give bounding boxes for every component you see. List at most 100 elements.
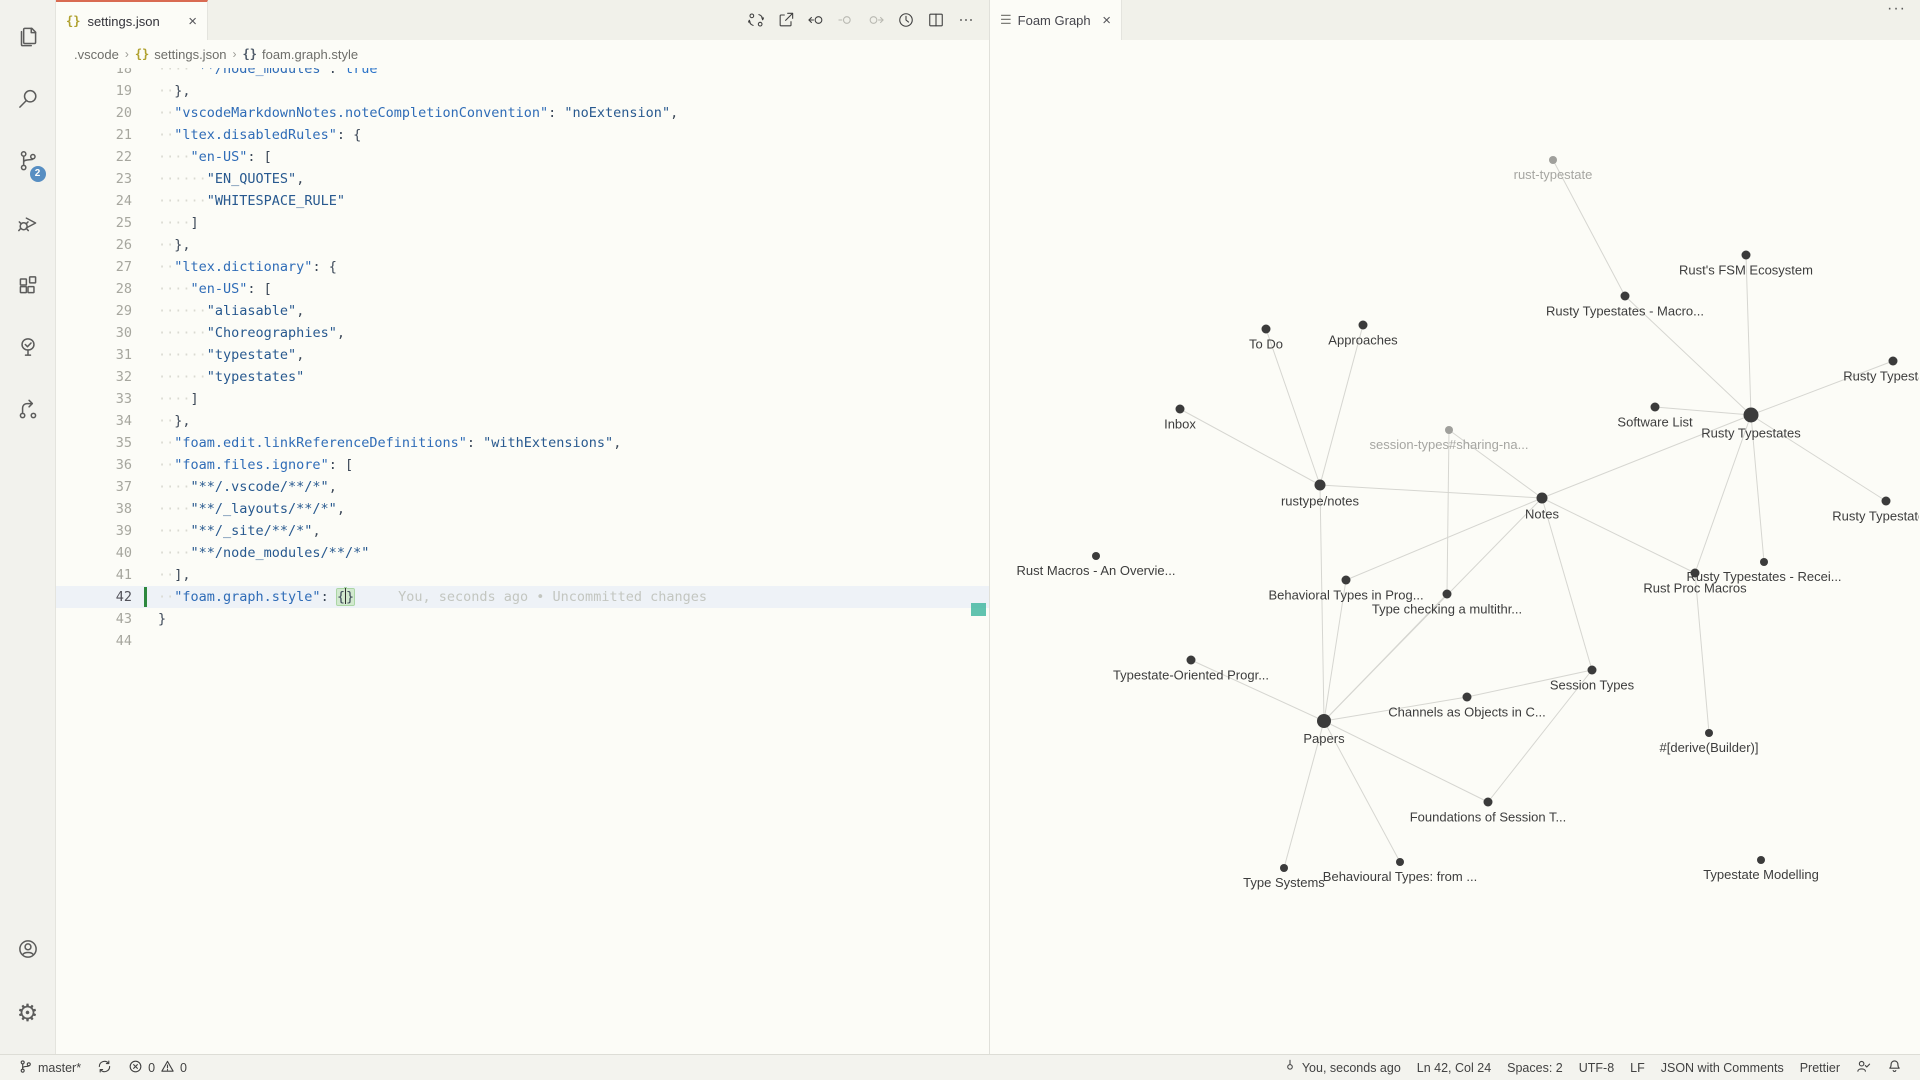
chevron-right-icon: › bbox=[233, 47, 237, 61]
graph-node-rust-typestate[interactable] bbox=[1549, 156, 1557, 164]
graph-node-rustype-notes[interactable] bbox=[1315, 480, 1326, 491]
code-line[interactable]: 40····"**/node_modules/**/*" bbox=[56, 542, 989, 564]
graph-node-session-sharing[interactable] bbox=[1445, 426, 1453, 434]
code-line[interactable]: 43} bbox=[56, 608, 989, 630]
graph-node-typestate-modelling[interactable] bbox=[1757, 856, 1765, 864]
graph-node-rusty-mid-right[interactable] bbox=[1882, 497, 1891, 506]
breadcrumb-file[interactable]: {}settings.json bbox=[135, 47, 227, 62]
code-line[interactable]: 39····"**/_site/**/*", bbox=[56, 520, 989, 542]
graph-node-typestate-oriented[interactable] bbox=[1187, 656, 1196, 665]
code-line[interactable]: 28····"en-US": [ bbox=[56, 278, 989, 300]
graph-node-papers[interactable] bbox=[1317, 714, 1331, 728]
code-line[interactable]: 25····] bbox=[56, 212, 989, 234]
graph-node-inbox[interactable] bbox=[1176, 405, 1185, 414]
current-change-button[interactable] bbox=[833, 7, 859, 33]
panel-more-actions-button[interactable]: ··· bbox=[1887, 0, 1920, 40]
code-line[interactable]: 27··"ltex.dictionary": { bbox=[56, 256, 989, 278]
graph-node-behavioural-from[interactable] bbox=[1396, 858, 1404, 866]
close-panel-icon[interactable]: × bbox=[1102, 12, 1111, 29]
code-line[interactable]: 20··"vscodeMarkdownNotes.noteCompletionC… bbox=[56, 102, 989, 124]
activity-git-graph-button[interactable] bbox=[4, 380, 52, 442]
activity-search-button[interactable] bbox=[4, 70, 52, 132]
activity-extensions-button[interactable] bbox=[4, 256, 52, 318]
split-editor-button[interactable] bbox=[923, 7, 949, 33]
close-tab-icon[interactable]: × bbox=[188, 13, 197, 30]
code-line[interactable]: 38····"**/_layouts/**/*", bbox=[56, 498, 989, 520]
graph-node-todo[interactable] bbox=[1262, 325, 1271, 334]
code-line[interactable]: 31······"typestate", bbox=[56, 344, 989, 366]
graph-node-rusty-macro[interactable] bbox=[1621, 292, 1630, 301]
graph-node-rust-macros-overview[interactable] bbox=[1092, 552, 1100, 560]
compare-changes-button[interactable] bbox=[743, 7, 769, 33]
code-line[interactable]: 26··}, bbox=[56, 234, 989, 256]
branch-status[interactable]: master* bbox=[10, 1055, 89, 1080]
graph-node-session-types[interactable] bbox=[1588, 666, 1597, 675]
graph-node-fsm-ecosystem[interactable] bbox=[1742, 251, 1751, 260]
graph-node-label: Type checking a multithr... bbox=[1372, 602, 1522, 617]
code-line[interactable]: 32······"typestates" bbox=[56, 366, 989, 388]
code-line[interactable]: 19··}, bbox=[56, 80, 989, 102]
graph-node-foundations-session[interactable] bbox=[1484, 798, 1493, 807]
open-preview-button[interactable] bbox=[773, 7, 799, 33]
previous-change-button[interactable] bbox=[803, 7, 829, 33]
graph-node-rusty-receive[interactable] bbox=[1760, 558, 1768, 566]
notifications-button[interactable] bbox=[1879, 1055, 1910, 1080]
language-mode-status[interactable]: JSON with Comments bbox=[1653, 1055, 1792, 1080]
graph-node-type-systems[interactable] bbox=[1280, 864, 1288, 872]
activity-source-control-button[interactable]: 2 bbox=[4, 132, 52, 194]
graph-node-type-checking[interactable] bbox=[1443, 590, 1452, 599]
code-line[interactable]: 24······"WHITESPACE_RULE" bbox=[56, 190, 989, 212]
formatter-status[interactable]: Prettier bbox=[1792, 1055, 1848, 1080]
graph-node-software-list[interactable] bbox=[1651, 403, 1660, 412]
graph-canvas[interactable]: rust-typestateRust's FSM EcosystemRusty … bbox=[990, 40, 1920, 1054]
timeline-button[interactable] bbox=[893, 7, 919, 33]
encoding-status[interactable]: UTF-8 bbox=[1571, 1055, 1622, 1080]
code-line[interactable]: 30······"Choreographies", bbox=[56, 322, 989, 344]
activity-todo-tree-button[interactable] bbox=[4, 318, 52, 380]
accounts-button[interactable] bbox=[4, 920, 52, 982]
code-line[interactable]: 23······"EN_QUOTES", bbox=[56, 168, 989, 190]
settings-button[interactable]: ⚙ bbox=[4, 982, 52, 1044]
activity-explorer-button[interactable] bbox=[4, 8, 52, 70]
cursor-position-status[interactable]: Ln 42, Col 24 bbox=[1409, 1055, 1499, 1080]
code-line[interactable]: 36··"foam.files.ignore": [ bbox=[56, 454, 989, 476]
code-line[interactable]: 18····"**/node_modules": true bbox=[56, 68, 989, 80]
code-line[interactable]: 42··"foam.graph.style": {}You, seconds a… bbox=[56, 586, 989, 608]
git-gutter bbox=[132, 300, 158, 322]
next-change-button[interactable] bbox=[863, 7, 889, 33]
tab-foam-graph[interactable]: ☰ Foam Graph × bbox=[990, 0, 1122, 40]
code-line[interactable]: 29······"aliasable", bbox=[56, 300, 989, 322]
commit-icon bbox=[1283, 1059, 1297, 1076]
code-line[interactable]: 21··"ltex.disabledRules": { bbox=[56, 124, 989, 146]
code-line[interactable]: 37····"**/.vscode/**/*", bbox=[56, 476, 989, 498]
eol-status[interactable]: LF bbox=[1622, 1055, 1653, 1080]
blame-status[interactable]: You, seconds ago bbox=[1275, 1055, 1409, 1080]
breadcrumb-folder[interactable]: .vscode bbox=[74, 47, 119, 62]
code-line[interactable]: 35··"foam.edit.linkReferenceDefinitions"… bbox=[56, 432, 989, 454]
line-number: 31 bbox=[56, 344, 132, 366]
code-line[interactable]: 41··], bbox=[56, 564, 989, 586]
graph-node-approaches[interactable] bbox=[1359, 321, 1368, 330]
breadcrumb-symbol[interactable]: {}foam.graph.style bbox=[243, 47, 359, 62]
code-line[interactable]: 22····"en-US": [ bbox=[56, 146, 989, 168]
indentation-status[interactable]: Spaces: 2 bbox=[1499, 1055, 1571, 1080]
tab-settings-json[interactable]: {} settings.json × bbox=[56, 0, 208, 40]
code-editor[interactable]: 18····"**/node_modules": true19··},20··"… bbox=[56, 68, 989, 1054]
code-line[interactable]: 33····] bbox=[56, 388, 989, 410]
activity-run-debug-button[interactable] bbox=[4, 194, 52, 256]
more-actions-button[interactable] bbox=[953, 7, 979, 33]
graph-node-channels-objects[interactable] bbox=[1463, 693, 1472, 702]
graph-node-notes[interactable] bbox=[1537, 493, 1548, 504]
code-line[interactable]: 34··}, bbox=[56, 410, 989, 432]
graph-node-behavioral-types[interactable] bbox=[1342, 576, 1351, 585]
sync-button[interactable] bbox=[89, 1055, 120, 1080]
graph-node-rusty-top-right[interactable] bbox=[1889, 357, 1898, 366]
graph-node-rust-proc-macros[interactable] bbox=[1691, 569, 1700, 578]
webview-icon: ☰ bbox=[1000, 12, 1011, 28]
feedback-button[interactable] bbox=[1848, 1055, 1879, 1080]
graph-node-derive-builder[interactable] bbox=[1705, 729, 1713, 737]
breadcrumb: .vscode › {}settings.json › {}foam.graph… bbox=[56, 40, 989, 68]
graph-node-rusty-hub[interactable] bbox=[1744, 408, 1759, 423]
code-line[interactable]: 44 bbox=[56, 630, 989, 652]
problems-status[interactable]: 0 0 bbox=[120, 1055, 195, 1080]
